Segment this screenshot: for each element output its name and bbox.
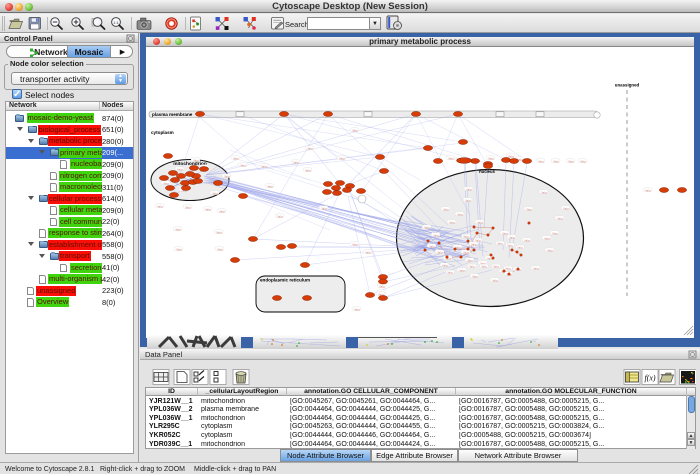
svg-text:Yal p: Yal p: [465, 198, 471, 202]
svg-text:Yal p: Yal p: [477, 220, 483, 224]
svg-text:Yal p: Yal p: [517, 245, 523, 249]
svg-text:Yal p: Yal p: [544, 236, 550, 240]
svg-text:Yal p: Yal p: [352, 128, 358, 132]
svg-text:Yal p: Yal p: [163, 181, 169, 185]
svg-text:Yal p: Yal p: [448, 156, 454, 160]
svg-text:Yal p: Yal p: [497, 241, 503, 245]
svg-text:Yal p: Yal p: [538, 159, 544, 163]
svg-text:Yal p: Yal p: [321, 206, 327, 210]
svg-text:Yal p: Yal p: [645, 188, 651, 192]
svg-text:Yal p: Yal p: [175, 227, 181, 231]
svg-text:Yal p: Yal p: [492, 278, 498, 282]
svg-text:Yal p: Yal p: [157, 204, 163, 208]
svg-text:Yal p: Yal p: [433, 233, 439, 237]
svg-text:Yal p: Yal p: [193, 158, 199, 162]
svg-text:Yal p: Yal p: [443, 207, 449, 211]
svg-text:Yal p: Yal p: [216, 230, 222, 234]
svg-text:nucleus: nucleus: [479, 169, 495, 174]
svg-text:Yal p: Yal p: [424, 225, 430, 229]
svg-text:Yal p: Yal p: [212, 191, 218, 195]
svg-text:Yal p: Yal p: [552, 231, 558, 235]
svg-text:Yal p: Yal p: [449, 220, 455, 224]
svg-text:Yal p: Yal p: [475, 238, 481, 242]
svg-text:Yal p: Yal p: [354, 307, 360, 311]
svg-text:1:1: 1:1: [113, 20, 119, 25]
svg-text:Yal p: Yal p: [267, 184, 273, 188]
svg-text:Yal p: Yal p: [224, 174, 230, 178]
svg-text:Yal p: Yal p: [459, 268, 465, 272]
svg-text:Yal p: Yal p: [457, 212, 463, 216]
svg-text:Yal p: Yal p: [305, 168, 311, 172]
svg-text:Yal p: Yal p: [580, 159, 586, 163]
svg-text:Yal p: Yal p: [533, 266, 539, 270]
svg-text:f(x): f(x): [644, 374, 655, 383]
svg-text:Yal p: Yal p: [293, 160, 299, 164]
svg-text:Yal p: Yal p: [261, 164, 267, 168]
svg-text:Yal p: Yal p: [339, 156, 345, 160]
svg-text:Yal p: Yal p: [541, 190, 547, 194]
svg-text:Yal p: Yal p: [176, 247, 182, 251]
svg-text:Yal p: Yal p: [502, 231, 508, 235]
svg-text:Yal p: Yal p: [379, 284, 385, 288]
svg-text:unassigned: unassigned: [615, 83, 640, 88]
svg-text:Yal p: Yal p: [505, 266, 511, 270]
svg-text:Yal p: Yal p: [526, 207, 532, 211]
svg-text:Yal p: Yal p: [277, 214, 283, 218]
svg-text:Yal p: Yal p: [547, 248, 553, 252]
svg-text:Yal p: Yal p: [466, 187, 472, 191]
svg-text:plasma membrane: plasma membrane: [152, 112, 193, 117]
svg-text:Yal p: Yal p: [471, 242, 477, 246]
svg-text:Yal p: Yal p: [524, 238, 530, 242]
svg-text:Yal p: Yal p: [185, 205, 191, 209]
svg-text:Yal p: Yal p: [442, 263, 448, 267]
svg-text:Yal p: Yal p: [429, 244, 435, 248]
svg-text:Yal p: Yal p: [563, 206, 569, 210]
svg-text:Yal p: Yal p: [481, 264, 487, 268]
svg-text:Yal p: Yal p: [177, 167, 183, 171]
svg-text:Yal p: Yal p: [437, 250, 443, 254]
svg-text:Yal p: Yal p: [472, 274, 478, 278]
svg-text:cytoplasm: cytoplasm: [151, 130, 174, 135]
svg-text:Yal p: Yal p: [205, 207, 211, 211]
svg-text:Yal p: Yal p: [557, 216, 563, 220]
svg-text:Yal p: Yal p: [217, 247, 223, 251]
svg-text:Yal p: Yal p: [469, 264, 475, 268]
svg-text:Yal p: Yal p: [568, 159, 574, 163]
svg-text:Yal p: Yal p: [553, 159, 559, 163]
svg-text:Yal p: Yal p: [493, 264, 499, 268]
svg-text:Yal p: Yal p: [447, 270, 453, 274]
svg-text:Yal p: Yal p: [463, 250, 469, 254]
svg-text:Yal p: Yal p: [467, 258, 473, 262]
svg-text:Yal p: Yal p: [352, 242, 358, 246]
svg-text:Yal p: Yal p: [233, 156, 239, 160]
svg-text:Yal p: Yal p: [365, 250, 371, 254]
svg-text:Yal p: Yal p: [307, 146, 313, 150]
svg-text:Yal p: Yal p: [219, 209, 225, 213]
svg-text:Yal p: Yal p: [488, 156, 494, 160]
svg-text:Yal p: Yal p: [507, 243, 513, 247]
svg-text:Yal p: Yal p: [509, 235, 515, 239]
svg-text:endoplasmic reticulum: endoplasmic reticulum: [260, 278, 310, 283]
svg-text:Yal p: Yal p: [463, 234, 469, 238]
svg-text:Yal p: Yal p: [240, 163, 246, 167]
